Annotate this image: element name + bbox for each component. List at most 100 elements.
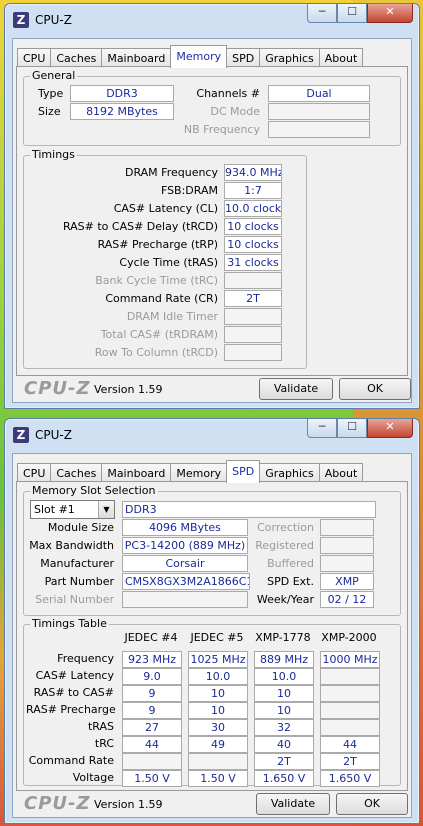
window-title: CPU-Z [35, 428, 72, 442]
timings-cell [320, 668, 380, 685]
timings-cell: 10 [254, 685, 314, 702]
timings-cell: 923 MHz [122, 651, 182, 668]
timings-row-label: Voltage [72, 771, 114, 784]
channels-value: Dual [268, 85, 370, 102]
timings-cell: 1025 MHz [188, 651, 248, 668]
timings-cell: 30 [188, 719, 248, 736]
type-label: Type [38, 87, 64, 100]
timings-cell: 889 MHz [254, 651, 314, 668]
manufacturer-value: Corsair [122, 555, 248, 572]
timing-value: 10 clocks [224, 236, 282, 253]
timings-cell [320, 719, 380, 736]
maximize-button[interactable]: ☐ [337, 419, 367, 438]
dc-mode-label: DC Mode [210, 105, 260, 118]
timings-cell: 1.50 V [122, 770, 182, 787]
tab-graphics[interactable]: Graphics [259, 463, 320, 483]
timings-row-label: RAS# to CAS# [33, 686, 114, 699]
footer: CPU-Z Version 1.59 Validate OK [16, 793, 408, 815]
ok-button[interactable]: OK [339, 378, 411, 400]
channels-label: Channels # [196, 87, 260, 100]
timing-value: 2T [224, 290, 282, 307]
timing-value [224, 326, 282, 343]
timing-value: 10.0 clocks [224, 200, 282, 217]
timing-label: FSB:DRAM [160, 184, 218, 197]
maximize-button[interactable]: ☐ [337, 4, 367, 23]
title-bar[interactable]: Z CPU-Z ─ ☐ ✕ [5, 419, 419, 451]
chevron-down-icon[interactable]: ▼ [98, 501, 114, 518]
cpuz-logo: CPU-Z [24, 793, 91, 814]
timing-value: 10 clocks [224, 218, 282, 235]
manufacturer-label: Manufacturer [40, 557, 114, 570]
timings-cell: 27 [122, 719, 182, 736]
timings-row-label: Command Rate [28, 754, 114, 767]
ok-button[interactable]: OK [336, 793, 408, 815]
tab-cpu[interactable]: CPU [17, 463, 52, 483]
timing-label: RAS# Precharge (tRP) [97, 238, 218, 251]
serial-number-label: Serial Number [35, 593, 114, 606]
minimize-button[interactable]: ─ [307, 419, 337, 438]
window-client: CPU Caches Mainboard Memory SPD Graphics… [12, 453, 412, 818]
footer: CPU-Z Version 1.59 Validate OK [16, 378, 411, 400]
part-number-label: Part Number [44, 575, 114, 588]
window-title: CPU-Z [35, 13, 72, 27]
timings-cell: 9 [122, 685, 182, 702]
max-bandwidth-value: PC3-14200 (889 MHz) [122, 537, 248, 554]
timings-row-label: tRC [94, 737, 114, 750]
registered-label: Registered [255, 539, 314, 552]
minimize-button[interactable]: ─ [307, 4, 337, 23]
close-button[interactable]: ✕ [367, 419, 413, 438]
timings-cell [320, 685, 380, 702]
window-client: CPU Caches Mainboard Memory SPD Graphics… [12, 38, 412, 403]
timing-value [224, 344, 282, 361]
tab-memory[interactable]: Memory [170, 463, 228, 483]
tab-about[interactable]: About [318, 48, 364, 68]
version-label: Version 1.59 [94, 383, 163, 396]
tab-about[interactable]: About [318, 463, 364, 483]
dc-mode-value [268, 103, 370, 120]
week-year-value: 02 / 12 [320, 591, 374, 608]
tab-spd[interactable]: SPD [226, 460, 261, 483]
timings-row-label: CAS# Latency [35, 669, 114, 682]
tab-memory[interactable]: Memory [170, 45, 228, 68]
tab-mainboard[interactable]: Mainboard [101, 463, 172, 483]
timings-group-title: Timings [30, 148, 77, 161]
timings-cell: 1.50 V [188, 770, 248, 787]
title-bar[interactable]: Z CPU-Z ─ ☐ ✕ [5, 4, 419, 36]
cpuz-app-icon: Z [13, 12, 29, 28]
timings-cell: 10 [188, 702, 248, 719]
correction-label: Correction [257, 521, 314, 534]
timing-label: Total CAS# (tRDRAM) [100, 328, 218, 341]
week-year-label: Week/Year [256, 593, 314, 606]
tab-cpu[interactable]: CPU [17, 48, 52, 68]
timings-cell: 10.0 [254, 668, 314, 685]
tab-spd[interactable]: SPD [226, 48, 261, 68]
timings-cell: 2T [254, 753, 314, 770]
timings-group: Timings DRAM Frequency 934.0 MHz FSB:DRAM 1… [23, 148, 307, 369]
timing-label: Row To Column (tRCD) [94, 346, 218, 359]
module-size-label: Module Size [47, 521, 114, 534]
tab-caches[interactable]: Caches [50, 48, 103, 68]
general-group-title: General [30, 69, 78, 82]
timings-cell [122, 753, 182, 770]
slot-select[interactable]: Slot #1 ▼ [30, 500, 115, 519]
validate-button[interactable]: Validate [256, 793, 330, 815]
timing-value: 934.0 MHz [224, 164, 282, 181]
tab-mainboard[interactable]: Mainboard [101, 48, 172, 68]
validate-button[interactable]: Validate [259, 378, 333, 400]
tab-bar: CPU Caches Mainboard Memory SPD Graphics… [17, 460, 364, 483]
timing-label: Command Rate (CR) [105, 292, 218, 305]
timings-table-group-title: Timings Table [30, 617, 109, 630]
version-label: Version 1.59 [94, 798, 163, 811]
buffered-label: Buffered [267, 557, 314, 570]
timings-cell: 44 [122, 736, 182, 753]
timing-label: Cycle Time (tRAS) [119, 256, 218, 269]
tab-graphics[interactable]: Graphics [259, 48, 320, 68]
slot-type-value: DDR3 [122, 501, 376, 518]
tab-caches[interactable]: Caches [50, 463, 103, 483]
cpuz-window-memory: Z CPU-Z ─ ☐ ✕ CPU Caches Mainboard Memor… [4, 3, 420, 409]
correction-value [320, 519, 374, 536]
timings-column-header: JEDEC #4 [124, 631, 178, 644]
close-button[interactable]: ✕ [367, 4, 413, 23]
timing-label: CAS# Latency (CL) [113, 202, 218, 215]
timings-cell: 44 [320, 736, 380, 753]
